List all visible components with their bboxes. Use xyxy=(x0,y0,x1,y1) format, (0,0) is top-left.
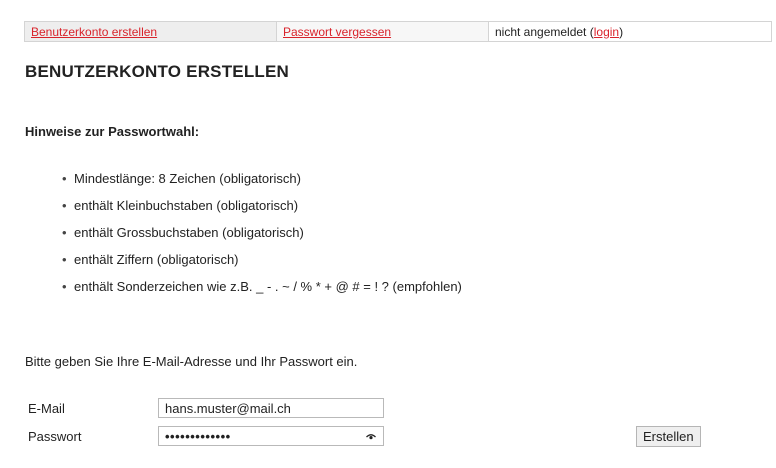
email-value: hans.muster@mail.ch xyxy=(165,400,291,416)
password-masked-value: ••••••••••••• xyxy=(165,428,231,444)
email-field[interactable]: hans.muster@mail.ch xyxy=(158,398,384,418)
password-rules-list: • Mindestlänge: 8 Zeichen (obligatorisch)… xyxy=(62,165,462,300)
eye-icon[interactable] xyxy=(365,431,377,441)
login-status-prefix: nicht angemeldet ( xyxy=(495,24,594,39)
login-link[interactable]: login xyxy=(594,25,619,39)
email-label: E-Mail xyxy=(28,400,65,416)
list-item: • enthält Kleinbuchstaben (obligatorisch) xyxy=(62,192,462,219)
page: Benutzerkonto erstellen Passwort vergess… xyxy=(0,0,776,468)
create-account-button[interactable]: Erstellen xyxy=(636,426,701,447)
password-label: Passwort xyxy=(28,428,82,444)
rule-text: enthält Grossbuchstaben (obligatorisch) xyxy=(74,225,304,240)
form-instruction: Bitte geben Sie Ihre E-Mail-Adresse und … xyxy=(25,354,358,369)
bullet-icon: • xyxy=(62,225,67,240)
bullet-icon: • xyxy=(62,171,67,186)
login-status: nicht angemeldet (login) xyxy=(489,22,771,41)
password-row: Passwort ••••••••••••• xyxy=(25,426,384,446)
nav-cell-create-account: Benutzerkonto erstellen xyxy=(25,22,277,41)
password-hints-heading: Hinweise zur Passwortwahl: xyxy=(25,124,200,139)
password-field[interactable]: ••••••••••••• xyxy=(158,426,384,446)
bullet-icon: • xyxy=(62,198,67,213)
page-title: BENUTZERKONTO ERSTELLEN xyxy=(25,62,290,81)
list-item: • enthält Ziffern (obligatorisch) xyxy=(62,246,462,273)
bullet-icon: • xyxy=(62,279,67,294)
list-item: • enthält Grossbuchstaben (obligatorisch) xyxy=(62,219,462,246)
nav-cell-forgot-password: Passwort vergessen xyxy=(277,22,489,41)
login-status-suffix: ) xyxy=(619,24,624,39)
list-item: • enthält Sonderzeichen wie z.B. _ - . ~ … xyxy=(62,273,462,300)
list-item: • Mindestlänge: 8 Zeichen (obligatorisch) xyxy=(62,165,462,192)
rule-text: enthält Kleinbuchstaben (obligatorisch) xyxy=(74,198,299,213)
forgot-password-link[interactable]: Passwort vergessen xyxy=(283,25,391,39)
top-navigation: Benutzerkonto erstellen Passwort vergess… xyxy=(24,21,772,42)
rule-text: Mindestlänge: 8 Zeichen (obligatorisch) xyxy=(74,171,301,186)
rule-text: enthält Ziffern (obligatorisch) xyxy=(74,252,239,267)
email-row: E-Mail hans.muster@mail.ch xyxy=(25,398,384,418)
create-account-link[interactable]: Benutzerkonto erstellen xyxy=(31,25,157,39)
rule-text: enthält Sonderzeichen wie z.B. _ - . ~ /… xyxy=(74,279,462,294)
bullet-icon: • xyxy=(62,252,67,267)
